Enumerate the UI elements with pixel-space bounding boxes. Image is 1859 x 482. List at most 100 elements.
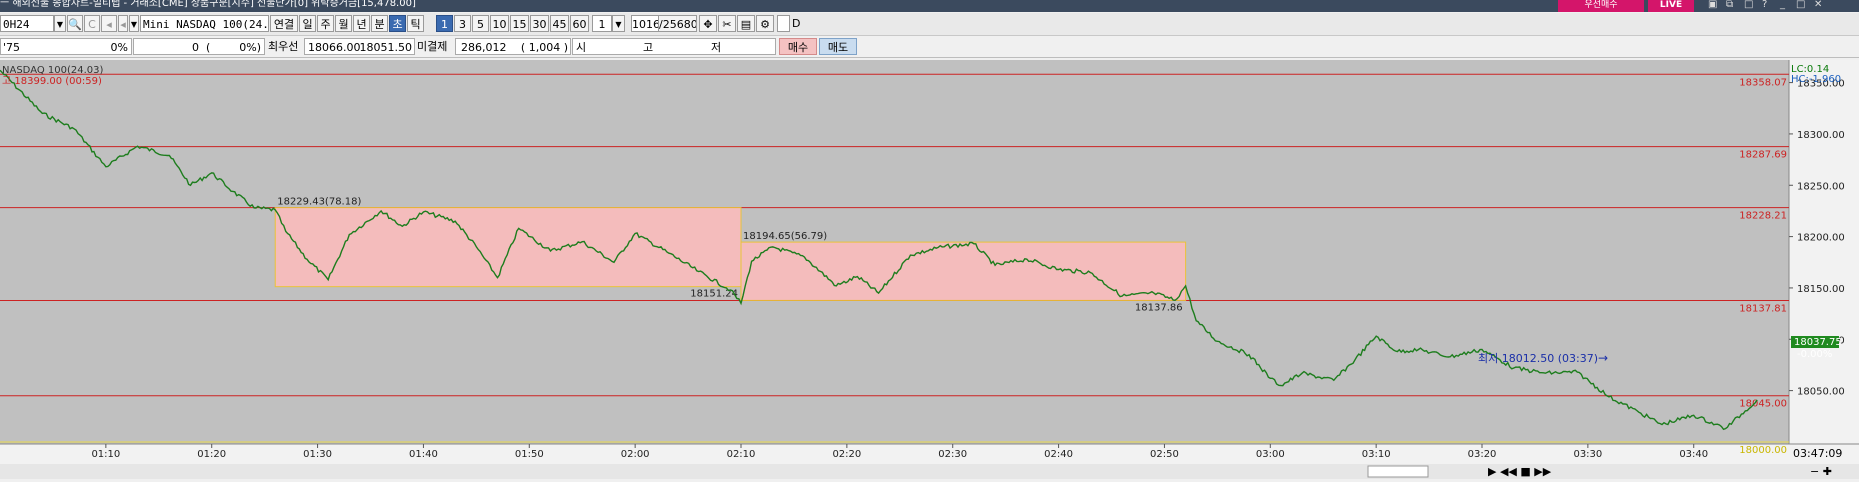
period-minute-button[interactable]: 분 xyxy=(371,15,388,32)
scroll-track[interactable] xyxy=(1367,465,1429,478)
window-copy-icon[interactable]: ⧉ xyxy=(1726,0,1733,10)
level-label: 18358.07 xyxy=(1739,77,1787,88)
y-tick-label: 18300.00 xyxy=(1797,130,1845,141)
high-label: 고 xyxy=(643,41,654,54)
window-help-icon[interactable]: ? xyxy=(1762,0,1767,10)
ohlc-field: 시 고 저 xyxy=(572,38,776,55)
code-icon[interactable]: C xyxy=(84,15,100,32)
symbol-dropdown-icon[interactable]: ▼ xyxy=(54,15,66,32)
x-tick-label: 03:30 xyxy=(1573,449,1602,460)
window-title: ㅡ 해외선물 종합차트-멀티탭 - 거래소[CME] 상품구분[지수] 선물단가… xyxy=(0,0,416,9)
session-low-annotation: 최저 18012.50 (03:37) xyxy=(1478,352,1598,365)
sell-button[interactable]: 매도 xyxy=(819,38,857,55)
x-tick-label: 02:00 xyxy=(621,449,650,460)
x-tick-label: 01:10 xyxy=(91,449,120,460)
level-label: 18228.21 xyxy=(1739,211,1787,222)
count-select[interactable]: 1 xyxy=(592,15,612,32)
window-minimize-icon[interactable]: _ xyxy=(1780,0,1785,10)
open-interest-value: 286,012 xyxy=(461,41,507,54)
hc-label: HC:-1.960 xyxy=(1791,74,1841,85)
bar-count-input[interactable]: 1016 xyxy=(631,15,659,32)
time-readout: 03:47:09 xyxy=(1793,447,1842,460)
x-tick-label: 01:40 xyxy=(409,449,438,460)
y-tick-label: 18050.00 xyxy=(1797,387,1845,398)
window-maximize-icon[interactable]: □ xyxy=(1796,0,1805,10)
instrument-name: Mini NASDAQ 100(24.03) xyxy=(140,15,269,32)
x-tick-label: 03:10 xyxy=(1362,449,1391,460)
d-checkbox[interactable] xyxy=(777,15,790,32)
code-field: '75 0% xyxy=(0,38,132,55)
gear-icon[interactable]: ⚙ xyxy=(756,15,774,32)
live-badge[interactable]: LIVE xyxy=(1648,0,1694,12)
nav-play-icon[interactable]: ▶ ◀◀ ■ ▶▶ xyxy=(1488,465,1552,478)
zoom-tool-icon[interactable]: ✥ xyxy=(699,15,717,32)
window-close-icon[interactable]: ✕ xyxy=(1814,0,1822,10)
low-arrow-icon: → xyxy=(1598,351,1608,365)
save-icon[interactable]: ▤ xyxy=(737,15,755,32)
instrument-chart-label: NASDAQ 100(24.03) xyxy=(2,65,104,76)
price-chart-svg[interactable]: ▶ ◀◀ ■ ▶▶ − ✚ 18358.07 18287.69 18228.21 18… xyxy=(0,60,1859,479)
best-ask-value: 18066.00 xyxy=(308,41,361,54)
range-box[interactable] xyxy=(740,241,1187,301)
code-value: '75 xyxy=(3,41,21,54)
window-pin-icon[interactable]: □ xyxy=(1744,0,1753,10)
period-continuous-button[interactable]: 연결 xyxy=(270,15,298,32)
interval-3-button[interactable]: 3 xyxy=(454,15,471,32)
range-box-top-label: 18194.65(56.79) xyxy=(743,231,827,242)
window-tile-icon[interactable]: ▣ xyxy=(1708,0,1717,10)
current-change-value: -0.00% xyxy=(1797,349,1832,360)
price-chart[interactable]: ▶ ◀◀ ■ ▶▶ − ✚ 18358.07 18287.69 18228.21 18… xyxy=(0,60,1859,479)
bottom-navigator-bar xyxy=(0,464,1859,479)
level-label: 18045.00 xyxy=(1739,399,1787,410)
instrument-dropdown-icon[interactable]: ▼ xyxy=(129,15,139,32)
best-quote-label: 최우선 xyxy=(268,40,299,53)
search-icon[interactable]: 🔍 xyxy=(67,15,83,32)
change-field: 0 ( 0%) xyxy=(133,38,265,55)
zoom-controls-icon[interactable]: − ✚ xyxy=(1810,465,1832,478)
x-tick-label: 02:20 xyxy=(832,449,861,460)
period-tick-button[interactable]: 틱 xyxy=(407,15,424,32)
current-price-value: 18037.75 xyxy=(1794,337,1842,348)
paren-open: ( xyxy=(206,41,211,54)
range-box-top-label: 18229.43(78.18) xyxy=(277,197,361,208)
range-box[interactable] xyxy=(274,207,742,288)
priority-buy-badge[interactable]: 우선매수 xyxy=(1558,0,1644,12)
pct-value: 0% xyxy=(110,41,128,54)
symbol-input[interactable]: 0H24 xyxy=(0,15,54,32)
period-week-button[interactable]: 주 xyxy=(317,15,334,32)
x-tick-label: 02:40 xyxy=(1044,449,1073,460)
x-tick-label: 03:40 xyxy=(1679,449,1708,460)
volume-icon[interactable]: ◂ xyxy=(101,15,117,32)
x-tick-label: 01:30 xyxy=(303,449,332,460)
best-bid-value: 18051.50 xyxy=(359,41,413,54)
interval-1-button[interactable]: 1 xyxy=(436,15,453,32)
level-label: 18137.81 xyxy=(1739,303,1787,314)
y-tick-label: 18150.00 xyxy=(1797,284,1845,295)
best-quote-field: 18066.00 18051.50 xyxy=(304,38,415,55)
interval-60-button[interactable]: 60 xyxy=(570,15,589,32)
x-tick-label: 01:50 xyxy=(515,449,544,460)
prev-arrow-icon[interactable]: ◂ xyxy=(118,15,128,32)
open-interest-field: 286,012 ( 1,004 ) xyxy=(455,38,571,55)
interval-15-button[interactable]: 15 xyxy=(510,15,529,32)
period-second-button[interactable]: 초 xyxy=(389,15,406,32)
x-tick-label: 02:30 xyxy=(938,449,967,460)
range-box-bottom-label: 18137.86 xyxy=(1135,302,1183,313)
period-month-button[interactable]: 월 xyxy=(335,15,352,32)
y-tick-label: 18200.00 xyxy=(1797,233,1845,244)
period-day-button[interactable]: 일 xyxy=(299,15,316,32)
buy-button[interactable]: 매수 xyxy=(779,38,817,55)
interval-10-button[interactable]: 10 xyxy=(490,15,509,32)
interval-30-button[interactable]: 30 xyxy=(530,15,549,32)
interval-5-button[interactable]: 5 xyxy=(472,15,489,32)
count-dropdown-icon[interactable]: ▼ xyxy=(612,15,625,32)
y-tick-label: 18250.00 xyxy=(1797,181,1845,192)
level-label: 18000.00 xyxy=(1739,445,1787,456)
bar-total: /25680 xyxy=(659,15,697,32)
level-label: 18287.69 xyxy=(1739,150,1787,161)
x-tick-label: 03:00 xyxy=(1256,449,1285,460)
change-pct: 0%) xyxy=(239,41,261,54)
interval-45-button[interactable]: 45 xyxy=(550,15,569,32)
scissors-icon[interactable]: ✂ xyxy=(718,15,736,32)
period-year-button[interactable]: 년 xyxy=(353,15,370,32)
